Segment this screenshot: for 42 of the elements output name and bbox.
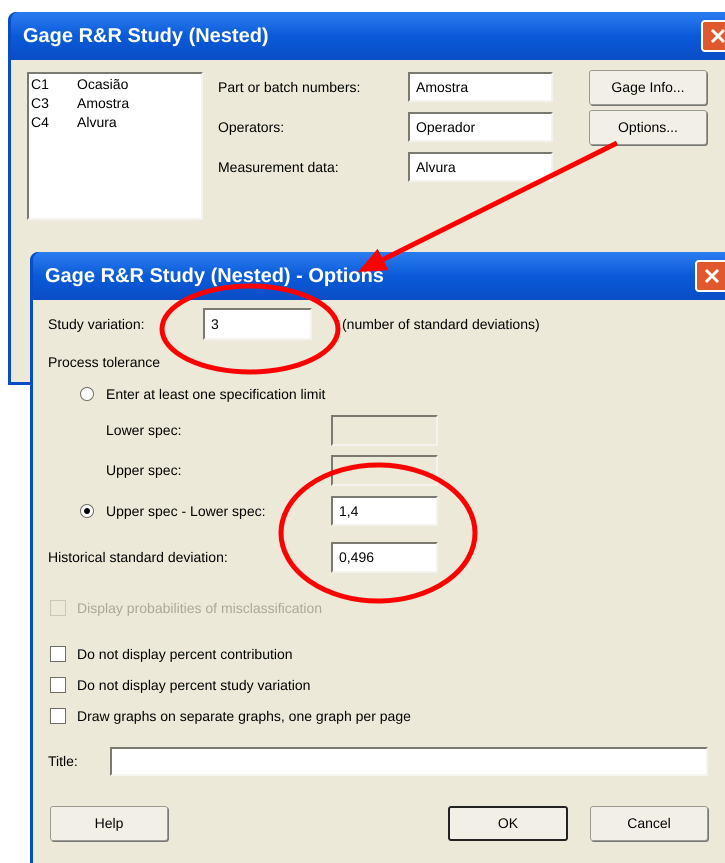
dialog-button[interactable]: Options... (589, 110, 707, 145)
checkbox[interactable] (50, 708, 66, 724)
close-icon (703, 267, 721, 285)
checkbox[interactable] (50, 646, 66, 662)
dialog-button[interactable]: Gage Info... (589, 70, 707, 105)
radio-label[interactable]: Upper spec - Lower spec: (106, 500, 331, 522)
dialog-button[interactable]: OK (448, 806, 568, 841)
field-label: Historical standard deviation: (48, 548, 229, 567)
column-item[interactable]: C1 Ocasião (31, 75, 201, 94)
field-note: (number of standard deviations) (342, 314, 540, 334)
dialog-button[interactable]: Help (50, 806, 168, 841)
input-field[interactable]: Alvura (408, 152, 553, 182)
input-field[interactable]: Amostra (408, 72, 553, 102)
window-title: Gage R&R Study (Nested) - Options (45, 264, 384, 289)
dialog-button[interactable]: Cancel (590, 806, 708, 841)
checkbox-label[interactable]: Draw graphs on separate graphs, one graph per page (77, 706, 411, 726)
input-field[interactable]: 3 (203, 308, 312, 340)
checkbox-label[interactable]: Do not display percent study variation (77, 674, 310, 696)
input-field[interactable]: 1,4 (331, 496, 438, 526)
column-item[interactable]: C4 Alvura (31, 113, 201, 132)
field-label: Upper spec: (106, 461, 182, 480)
field-label: Part or batch numbers: (218, 78, 362, 96)
checkbox-label[interactable]: Do not display percent contribution (77, 644, 293, 664)
field-label: Study variation: (48, 314, 146, 334)
radio-button[interactable] (80, 504, 94, 518)
input-field[interactable]: 0,496 (331, 542, 438, 573)
input-field[interactable] (110, 747, 708, 776)
field-label: Title: (48, 752, 79, 771)
radio-label[interactable]: Enter at least one specification limit (106, 384, 326, 404)
column-list[interactable]: C1 Ocasião C3 Amostra C4 Alvura (27, 72, 203, 220)
radio-button[interactable] (80, 387, 94, 401)
window-title: Gage R&R Study (Nested) (23, 24, 269, 49)
close-button[interactable] (701, 20, 725, 52)
field-label: Lower spec: (106, 421, 182, 440)
checkbox[interactable] (50, 677, 66, 693)
field-label: Measurement data: (218, 158, 340, 176)
close-icon (709, 27, 725, 45)
close-button[interactable] (695, 260, 725, 292)
field-label: Operators: (218, 118, 286, 137)
column-item[interactable]: C3 Amostra (31, 94, 201, 113)
section-label: Process tolerance (48, 353, 160, 372)
input-field[interactable]: Operador (408, 112, 553, 142)
